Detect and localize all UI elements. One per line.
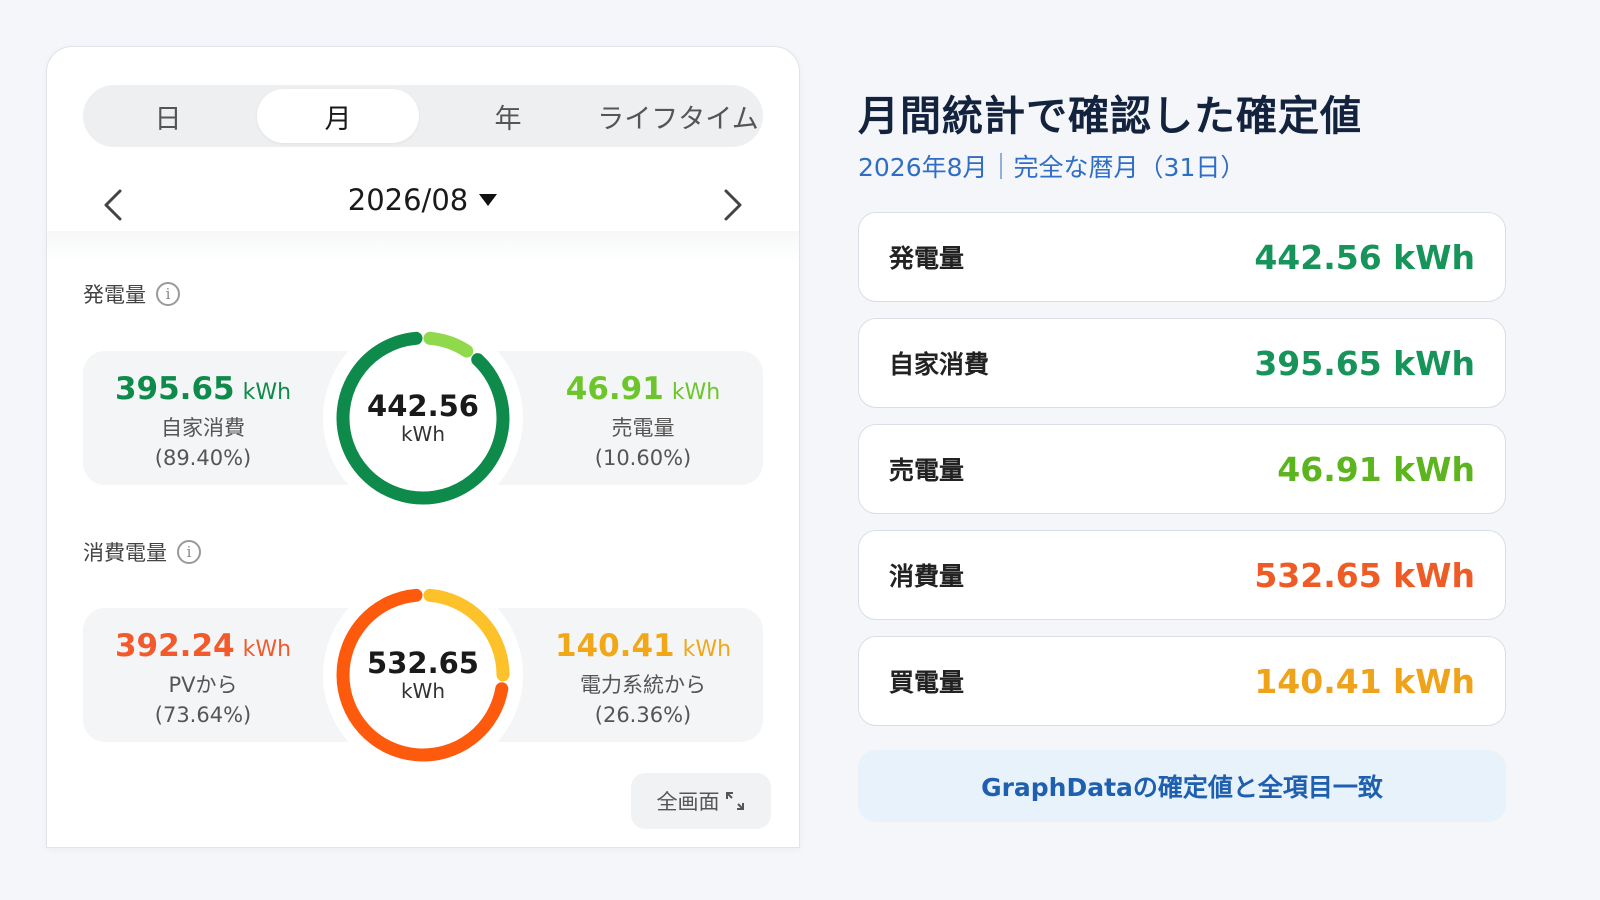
pv-supply-label: PVから — [168, 673, 238, 697]
tab-lifetime[interactable]: ライフタイム — [597, 89, 759, 143]
metric-consumption: 消費量 532.65 kWh — [858, 530, 1506, 620]
sold-power-label: 売電量 — [611, 416, 675, 440]
tab-year[interactable]: 年 — [427, 89, 589, 143]
grid-supply-stat: 140.41 kWh 電力系統から (26.36%) — [523, 628, 763, 730]
sold-power-stat: 46.91 kWh 売電量 (10.60%) — [523, 371, 763, 473]
grid-supply-unit: kWh — [682, 637, 732, 662]
metric-label: 消費量 — [889, 562, 965, 591]
generation-total-value: 442.56 — [367, 389, 479, 423]
metric-self-consumption: 自家消費 395.65 kWh — [858, 318, 1506, 408]
summary-note: 完全な暦月（31日） — [1013, 153, 1246, 182]
grid-supply-label: 電力系統から — [580, 673, 706, 697]
tab-month[interactable]: 月 — [257, 89, 419, 143]
subtitle-separator — [999, 153, 1002, 179]
self-consumption-stat: 395.65 kWh 自家消費 (89.40%) — [83, 371, 323, 473]
metric-label: 買電量 — [889, 668, 965, 697]
pv-supply-unit: kWh — [242, 637, 292, 662]
tab-day[interactable]: 日 — [87, 89, 249, 143]
metric-label: 自家消費 — [889, 350, 990, 379]
metric-value: 532.65 kWh — [1254, 555, 1475, 595]
metric-label: 売電量 — [889, 456, 965, 485]
metric-value: 46.91 kWh — [1277, 449, 1475, 489]
period-navigator: 2026/08 — [83, 175, 763, 235]
consumption-section-title: 消費電量 i — [83, 537, 201, 567]
metric-purchased-power: 買電量 140.41 kWh — [858, 636, 1506, 726]
self-consumption-value: 395.65 — [114, 371, 235, 407]
metric-label: 発電量 — [889, 244, 965, 273]
period-picker[interactable]: 2026/08 — [323, 183, 523, 217]
sold-power-unit: kWh — [671, 380, 721, 405]
chevron-right-icon[interactable] — [713, 185, 753, 225]
self-consumption-unit: kWh — [242, 380, 292, 405]
metric-value: 442.56 kWh — [1254, 237, 1475, 277]
summary-period: 2026年8月 — [858, 153, 988, 182]
metric-generation: 発電量 442.56 kWh — [858, 212, 1506, 302]
generation-label: 発電量 — [83, 283, 146, 307]
grid-supply-value: 140.41 — [554, 628, 675, 664]
metric-value: 395.65 kWh — [1254, 343, 1475, 383]
summary-subtitle: 2026年8月 完全な暦月（31日） — [858, 148, 1245, 184]
generation-section-title: 発電量 i — [83, 279, 180, 309]
info-icon[interactable]: i — [156, 282, 180, 306]
chevron-left-icon[interactable] — [93, 185, 133, 225]
self-consumption-label: 自家消費 — [161, 416, 245, 440]
fullscreen-label: 全画面 — [656, 790, 720, 814]
pv-supply-percent: (73.64%) — [154, 703, 252, 727]
energy-stats-card: 日 月 年 ライフタイム 2026/08 発電量 i 395.65 kWh 自家消… — [46, 46, 800, 848]
sold-power-value: 46.91 — [565, 371, 664, 407]
expand-icon — [725, 792, 744, 810]
consumption-donut: 532.65 kWh — [323, 575, 523, 775]
period-value: 2026/08 — [347, 183, 469, 217]
consumption-total-unit: kWh — [400, 679, 446, 703]
divider — [47, 231, 799, 261]
sold-power-percent: (10.60%) — [594, 446, 692, 470]
caret-down-icon — [479, 194, 498, 206]
match-status-banner: GraphDataの確定値と全項目一致 — [858, 750, 1506, 822]
generation-donut: 442.56 kWh — [323, 318, 523, 518]
self-consumption-percent: (89.40%) — [154, 446, 252, 470]
summary-title: 月間統計で確認した確定値 — [858, 92, 1362, 140]
info-icon[interactable]: i — [177, 540, 201, 564]
generation-total-unit: kWh — [400, 422, 446, 446]
consumption-total-value: 532.65 — [367, 646, 479, 680]
metric-sold-power: 売電量 46.91 kWh — [858, 424, 1506, 514]
consumption-label: 消費電量 — [83, 541, 167, 565]
pv-supply-stat: 392.24 kWh PVから (73.64%) — [83, 628, 323, 730]
metric-value: 140.41 kWh — [1254, 661, 1475, 701]
grid-supply-percent: (26.36%) — [594, 703, 692, 727]
fullscreen-button[interactable]: 全画面 — [631, 773, 771, 829]
pv-supply-value: 392.24 — [114, 628, 235, 664]
consumption-total: 532.65 kWh — [323, 575, 523, 775]
generation-total: 442.56 kWh — [323, 318, 523, 518]
period-tabs: 日 月 年 ライフタイム — [83, 85, 763, 147]
